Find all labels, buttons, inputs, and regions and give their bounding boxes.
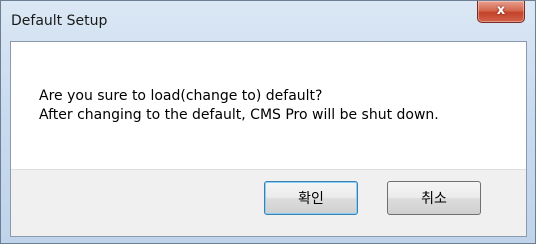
close-button[interactable]: x [477,1,525,23]
message-area: Are you sure to load(change to) default?… [11,42,526,169]
ok-button[interactable]: 확인 [264,181,358,215]
cancel-button[interactable]: 취소 [387,181,481,215]
message-line-1: Are you sure to load(change to) default? [39,88,323,104]
close-icon: x [496,3,506,18]
dialog-window: Default Setup x Are you sure to load(cha… [0,0,536,244]
title-bar[interactable]: Default Setup x [1,1,535,41]
message-line-2: After changing to the default, CMS Pro w… [39,107,439,123]
window-title: Default Setup [11,13,108,29]
